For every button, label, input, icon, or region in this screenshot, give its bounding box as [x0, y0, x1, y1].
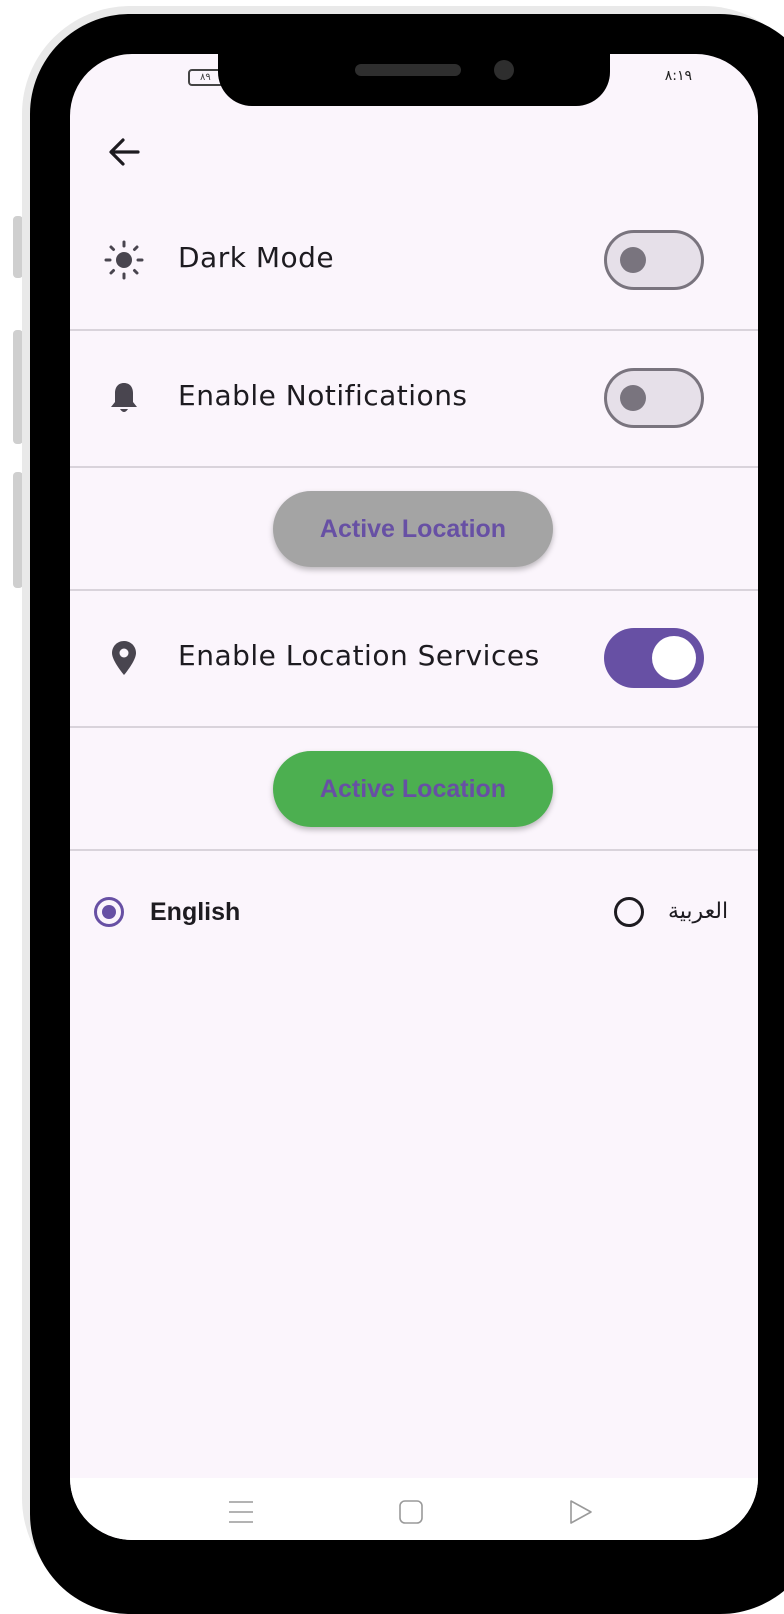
- inactive-location-area: Active Location: [70, 467, 758, 589]
- sun-icon: [104, 240, 144, 280]
- setting-row-notifications: Enable Notifications: [70, 330, 758, 466]
- radio-english[interactable]: [94, 897, 124, 927]
- active-location-area: Active Location: [70, 727, 758, 849]
- back-triangle-icon[interactable]: [568, 1498, 594, 1526]
- speaker-grille: [355, 64, 461, 76]
- dark-mode-switch[interactable]: [604, 230, 704, 290]
- notifications-switch[interactable]: [604, 368, 704, 428]
- app-screen: ٨٩ ٨:١٩ Dark Mode Enable Notifications A…: [70, 54, 758, 1540]
- language-selector: English العربية: [70, 890, 758, 954]
- divider: [70, 849, 758, 851]
- radio-arabic[interactable]: [614, 897, 644, 927]
- active-location-button[interactable]: Active Location: [273, 751, 553, 827]
- location-services-switch[interactable]: [604, 628, 704, 688]
- setting-row-dark-mode: Dark Mode: [70, 192, 758, 328]
- setting-row-location-services: Enable Location Services: [70, 590, 758, 726]
- switch-thumb: [620, 385, 646, 411]
- system-nav-bar: [70, 1478, 758, 1540]
- active-location-button-disabled[interactable]: Active Location: [273, 491, 553, 567]
- switch-thumb: [652, 636, 696, 680]
- arrow-left-icon: [109, 138, 140, 166]
- front-camera: [494, 60, 514, 80]
- menu-icon[interactable]: [228, 1498, 254, 1526]
- home-square-icon[interactable]: [398, 1498, 424, 1526]
- back-button[interactable]: [106, 134, 142, 174]
- bell-icon: [111, 383, 137, 412]
- location-pin-icon: [112, 641, 136, 675]
- language-english-label[interactable]: English: [150, 895, 240, 929]
- camera-notch: [218, 54, 610, 106]
- battery-level: ٨٩: [200, 72, 211, 83]
- language-arabic-label[interactable]: العربية: [668, 895, 728, 929]
- dark-mode-label: Dark Mode: [178, 241, 335, 274]
- status-time: ٨:١٩: [664, 68, 692, 84]
- notifications-label: Enable Notifications: [178, 379, 468, 412]
- switch-thumb: [620, 247, 646, 273]
- location-services-label: Enable Location Services: [178, 639, 540, 672]
